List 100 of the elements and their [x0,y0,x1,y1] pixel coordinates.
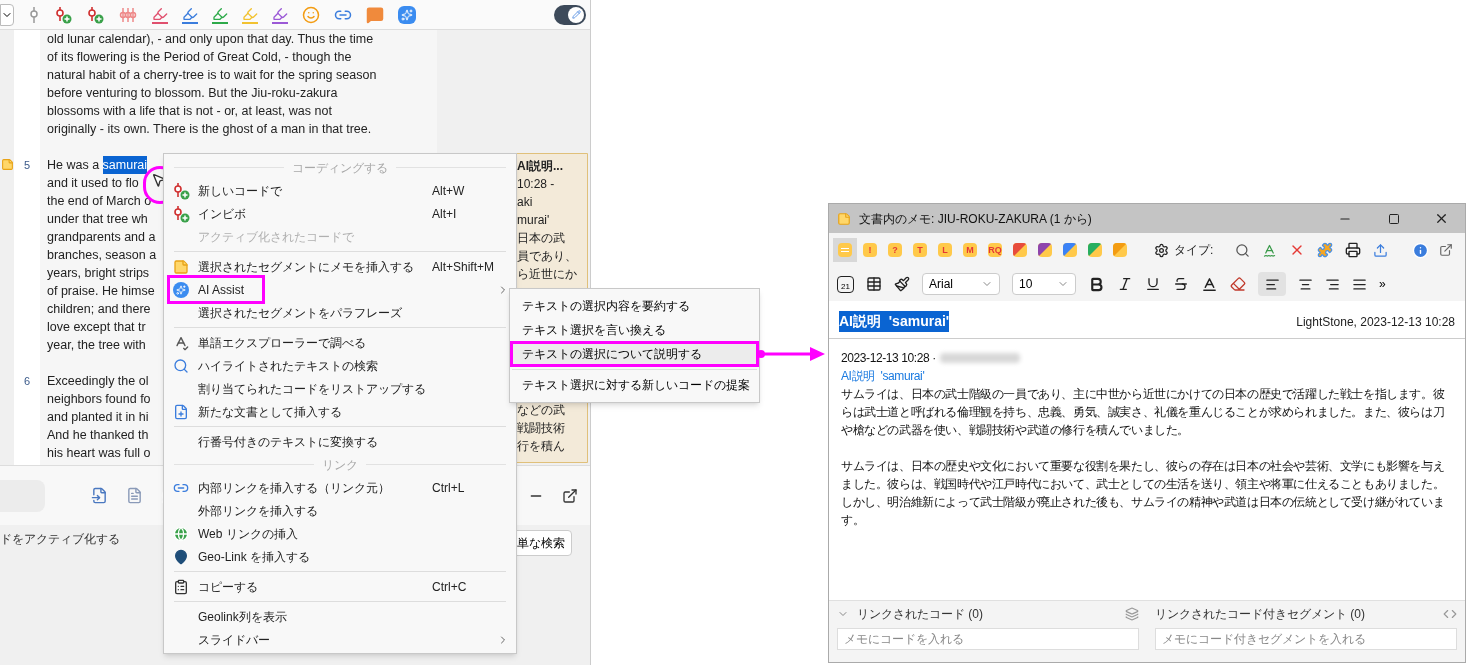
text-line: years, bright strips [47,265,150,282]
document-import-icon[interactable] [91,487,108,504]
search-icon[interactable] [1235,242,1251,258]
menu-item[interactable]: Web リンクの挿入 [170,522,510,545]
text-line: grandparents and a [47,229,156,246]
memo-code-field[interactable]: メモにコードを入れる [837,628,1139,650]
map-pin-icon [173,548,189,565]
codes-icon[interactable] [1125,607,1139,621]
highlighter-icon[interactable] [152,5,168,24]
highlighter-icon[interactable] [182,5,198,24]
menu-item[interactable]: Geo-Link を挿入する [170,545,510,568]
font-select[interactable]: Arial [922,273,1000,295]
align-left-icon [1264,276,1280,292]
code-add-icon[interactable] [86,5,104,24]
submenu-item[interactable]: テキストの選択内容を要約する [511,294,758,318]
print-icon[interactable] [1345,242,1362,258]
memo-preview-line: ら近世にか [517,266,578,283]
menu-item[interactable]: 新たな文書として挿入する [170,400,510,423]
menu-item[interactable]: 単語エクスプローラーで調べる [170,331,510,354]
bold-icon[interactable] [1088,275,1105,293]
menu-item[interactable]: コピーする Ctrl+C [170,575,510,598]
menu-item[interactable]: AI Assist [170,278,262,301]
paragraph-number: 6 [23,374,31,389]
text-line: Exceedingly the ol [47,373,149,390]
type-label: タイプ: [1174,242,1214,259]
calendar-icon[interactable]: 21 [837,275,854,293]
shortcut-label: Ctrl+L [432,479,465,497]
codes-icon[interactable] [118,5,138,24]
underline-icon[interactable] [1145,276,1161,292]
strikethrough-icon[interactable] [1173,276,1189,292]
justify-icon[interactable] [1352,276,1367,292]
submenu-item[interactable]: テキストの選択について説明する [511,342,758,366]
menu-item[interactable]: スライドバー [170,628,510,651]
memo-title[interactable]: AI説明 'samurai' [839,311,950,332]
memo-paragraph: サムライは、日本の武士階級の一員であり、主に中世から近世にかけての日本の歴史で活躍した戦士を指します。彼らは武士道と呼ばれる倫理観を持ち、忠義、勇気、誠実さ、礼儀を重んじることが求められました。また、彼らは刀や槍などの武器を使い、戦闘技術や武道の修行を積んでいました。 [841,386,1446,439]
memo-add-icon [173,258,189,275]
menu-item[interactable]: 内部リンクを挿入する（リンク元） Ctrl+L [170,476,510,499]
export-icon[interactable] [1373,242,1389,258]
align-center-icon[interactable] [1298,276,1313,292]
highlighter-icon[interactable] [272,5,288,24]
format-painter-icon[interactable] [894,276,910,292]
submenu-item[interactable]: テキスト選択に対する新しいコードの提案 [511,373,758,397]
selected-text: samurai [102,156,148,174]
section-label: リンクされたコード (0) [857,606,984,623]
smiley-icon[interactable] [302,5,320,24]
ai-assist-icon[interactable] [398,5,416,24]
menu-item[interactable]: 行番号付きのテキストに変換する [170,430,510,453]
align-right-icon[interactable] [1325,276,1340,292]
ai-assist-icon [173,281,189,298]
italic-icon[interactable] [1117,276,1133,292]
submenu-item[interactable]: テキスト選択を言い換える [511,318,758,342]
code-add-icon[interactable] [172,204,190,223]
memo-code-field[interactable]: メモにコード付きセグメントを入れる [1155,628,1457,650]
font-color-icon[interactable] [1201,275,1218,293]
info-icon[interactable] [1412,241,1430,259]
menu-item[interactable]: ハイライトされたテキストの検索 [170,354,510,377]
shortcut-label: Ctrl+C [432,578,467,596]
menu-item[interactable]: 外部リンクを挿入する [170,499,510,522]
shortcut-label: Alt+Shift+M [432,258,495,276]
text-line: He was a [47,157,101,174]
maximize-icon[interactable] [1388,212,1400,225]
memo-preview-line: murai' [517,212,551,229]
text-line: of its flowering is the Period of Great Cold, - though the [47,49,352,66]
comment-icon[interactable] [366,5,384,24]
memo-preview-line: 10:28 - [517,176,556,193]
document-add-icon [173,403,189,420]
code-node-icon[interactable] [28,5,40,24]
segments-icon[interactable] [1443,607,1457,621]
table-icon[interactable] [866,276,882,292]
menu-item[interactable]: Geolink列を表示 [170,605,510,628]
spellcheck-icon[interactable] [1262,242,1278,258]
menu-item[interactable]: インビボ Alt+I [170,202,510,225]
document-star-icon[interactable] [126,487,143,504]
highlighter-icon[interactable] [212,5,228,24]
text-line: children; and there [47,301,151,318]
font-size-select[interactable]: 10 [1012,273,1076,295]
code-add-icon[interactable] [54,5,72,24]
menu-item[interactable]: 選択されたセグメントをパラフレーズ [170,301,510,324]
menu-item[interactable]: 選択されたセグメントにメモを挿入する Alt+Shift+M [170,255,510,278]
more-tools-label[interactable]: » [1379,275,1386,293]
text-line: old lunar calendar), - and only upon that day. Thus the time [47,31,374,48]
text-line: originally - its own. There is the ghost of a man in that tree. [47,121,372,138]
close-icon[interactable] [1434,211,1449,226]
color-tiles-icon[interactable] [1317,242,1334,258]
popout-icon[interactable] [1439,243,1453,257]
popout-icon[interactable] [562,487,578,504]
text-line: And he thanked th [47,427,149,444]
clear-format-icon[interactable] [1230,276,1246,292]
text-line: of praise. He himse [47,283,155,300]
menu-item[interactable]: 割り当てられたコードをリストアップする [170,377,510,400]
menu-item[interactable]: 新しいコードで Alt+W [170,179,510,202]
text-line: neighbors found fo [47,391,151,408]
dropdown[interactable] [0,3,14,26]
text-line: under that tree wh [47,211,148,228]
code-add-icon[interactable] [172,181,190,200]
window-title: 文書内のメモ: JIU-ROKU-ZAKURA (1 から) [859,210,1092,228]
align-left-button[interactable] [1258,272,1286,296]
settings-icon[interactable] [1154,242,1169,258]
edit-mode-toggle[interactable] [554,4,586,25]
memo-preview-line: aki [517,194,534,211]
